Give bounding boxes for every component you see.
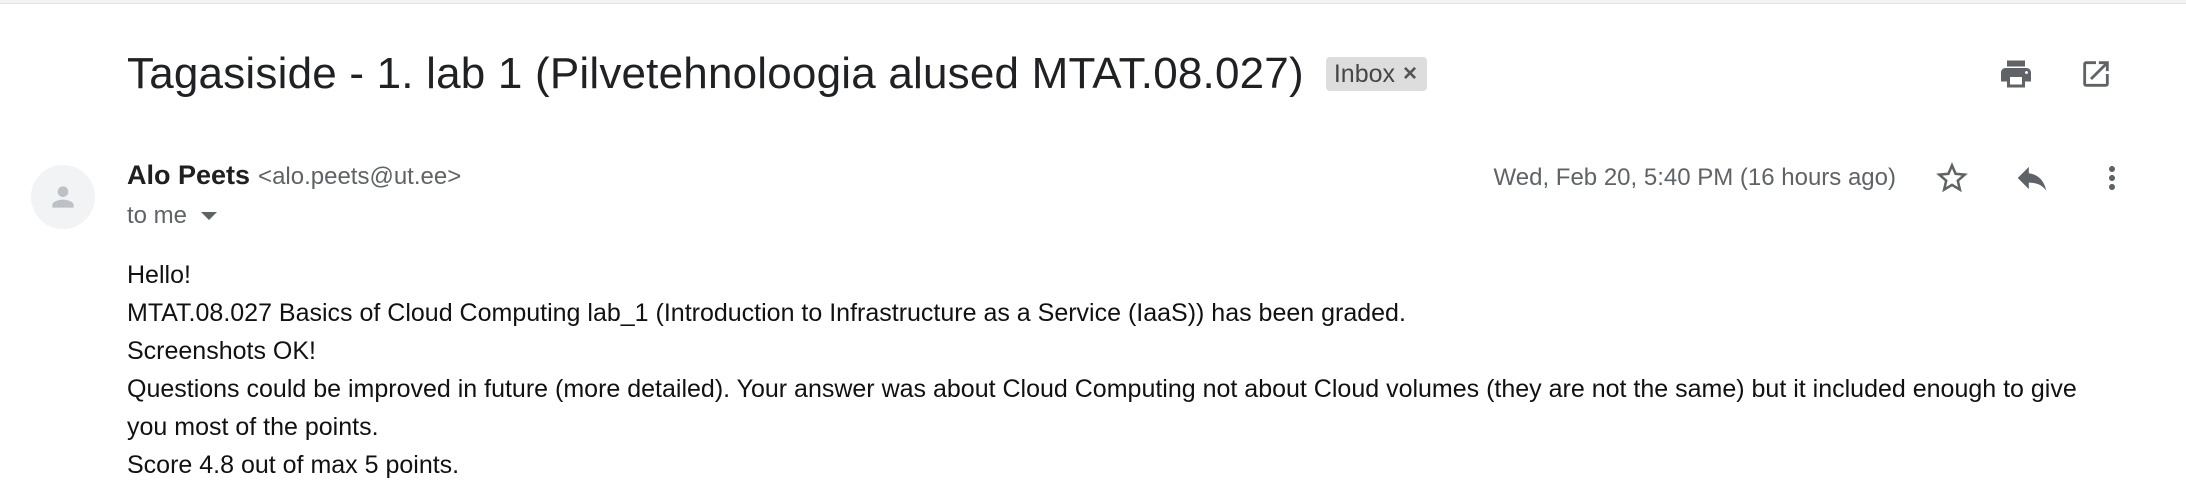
close-icon[interactable]: × <box>1403 60 1417 88</box>
body-line: Hello! <box>127 261 191 289</box>
message-date: Wed, Feb 20, 5:40 PM (16 hours ago) <box>1493 164 1896 191</box>
recipient-details-toggle[interactable]: to me <box>127 202 218 230</box>
print-icon <box>2001 60 2031 88</box>
reply-button[interactable] <box>2010 156 2054 200</box>
caret-down-icon[interactable] <box>201 212 218 220</box>
person-icon <box>52 186 74 208</box>
open-in-new-window-icon <box>2083 61 2109 87</box>
sender-email: <alo.peets@ut.ee> <box>258 163 462 190</box>
label-chip-inbox[interactable]: Inbox × <box>1325 57 1428 91</box>
more-options-button[interactable] <box>2090 156 2134 200</box>
star-button[interactable] <box>1930 156 1974 200</box>
body-line: Questions could be improved in future (m… <box>127 375 2077 441</box>
message-meta: Wed, Feb 20, 5:40 PM (16 hours ago) <box>1494 156 2134 200</box>
avatar[interactable] <box>31 165 95 229</box>
print-button[interactable] <box>1994 52 2038 96</box>
sender-name[interactable]: Alo Peets <box>127 160 250 191</box>
email-subject: Tagasiside - 1. lab 1 (Pilvetehnoloogia … <box>127 49 1304 98</box>
more-vert-icon <box>2109 166 2115 190</box>
message-body: Hello! MTAT.08.027 Basics of Cloud Compu… <box>127 256 2117 484</box>
recipient-text: to me <box>127 202 188 229</box>
header-actions <box>1994 52 2118 96</box>
reply-icon <box>2017 166 2047 191</box>
label-chip-text: Inbox <box>1333 59 1396 88</box>
open-in-new-window-button[interactable] <box>2074 52 2118 96</box>
body-line: MTAT.08.027 Basics of Cloud Computing la… <box>127 299 1406 327</box>
body-line: Screenshots OK! <box>127 337 316 365</box>
subject-row: Tagasiside - 1. lab 1 (Pilvetehnoloogia … <box>127 44 1428 104</box>
star-icon <box>1936 162 1968 193</box>
top-divider <box>0 0 2186 4</box>
body-line: Score 4.8 out of max 5 points. <box>127 451 460 479</box>
sender-row: Alo Peets <alo.peets@ut.ee> <box>127 160 461 191</box>
